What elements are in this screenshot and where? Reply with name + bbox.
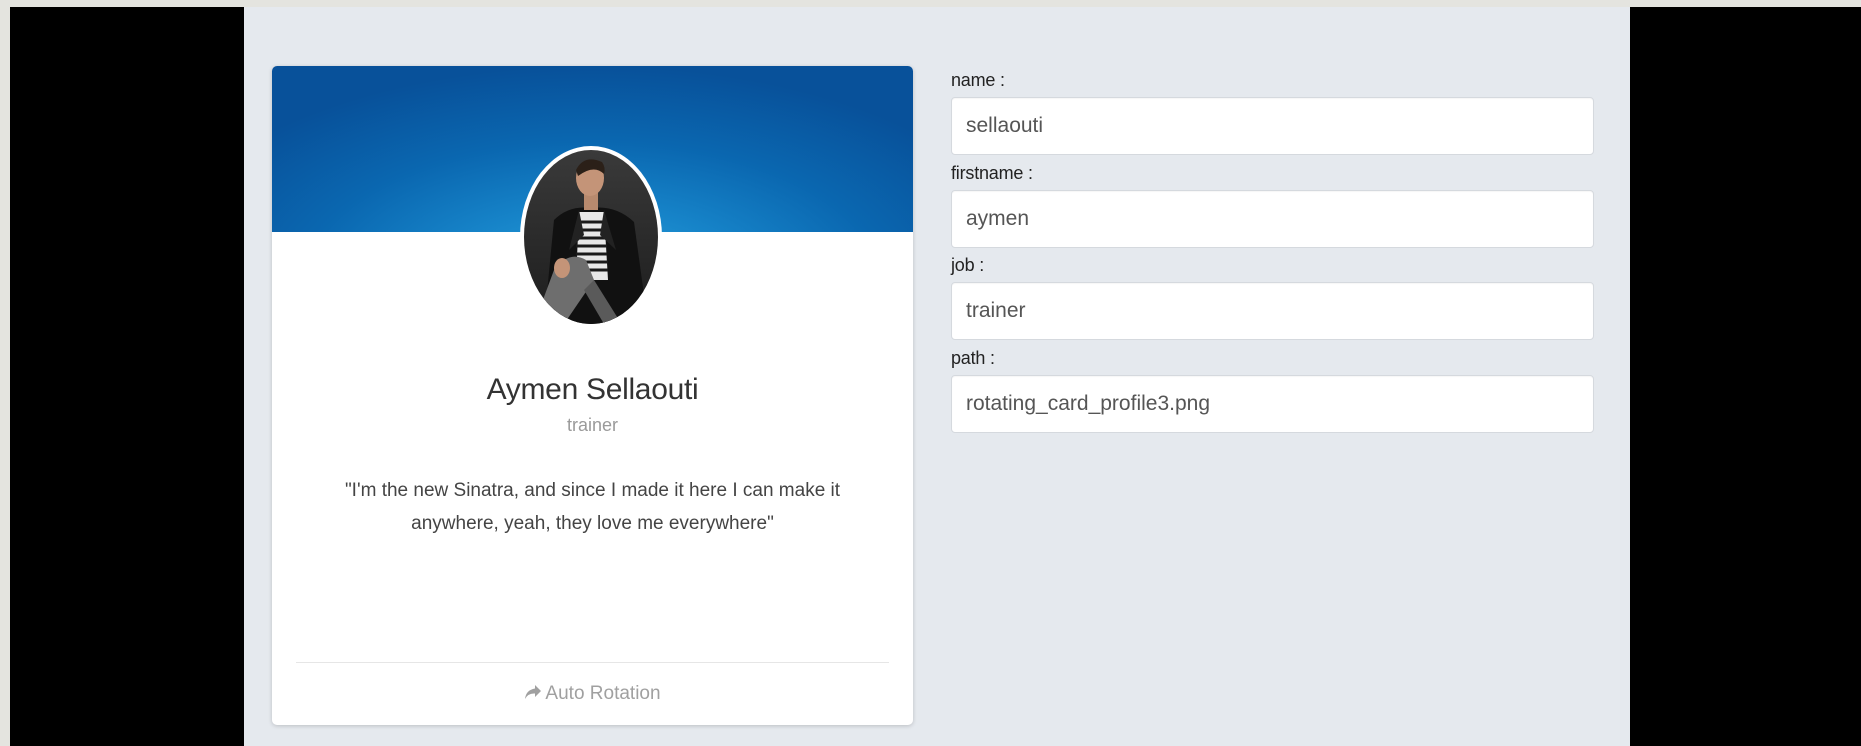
- avatar-photo: [524, 150, 658, 324]
- app-container: Aymen Sellaouti trainer "I'm the new Sin…: [244, 7, 1630, 746]
- path-label: path :: [951, 348, 995, 368]
- firstname-label: firstname :: [951, 163, 1033, 183]
- job-label: job :: [951, 255, 985, 275]
- auto-rotation-button[interactable]: Auto Rotation: [272, 683, 913, 707]
- avatar: [520, 146, 662, 328]
- profile-card[interactable]: Aymen Sellaouti trainer "I'm the new Sin…: [272, 66, 913, 725]
- profile-name: Aymen Sellaouti: [486, 373, 699, 406]
- share-arrow-icon: [524, 684, 542, 707]
- card-divider: [296, 662, 889, 663]
- firstname-input[interactable]: [951, 190, 1594, 248]
- path-input[interactable]: [951, 375, 1594, 433]
- name-input[interactable]: [951, 97, 1594, 155]
- profile-quote: "I'm the new Sinatra, and since I made i…: [344, 480, 841, 534]
- profile-job: trainer: [566, 415, 619, 435]
- auto-rotation-label: Auto Rotation: [545, 683, 661, 704]
- name-label: name :: [951, 70, 1005, 90]
- job-input[interactable]: [951, 282, 1594, 340]
